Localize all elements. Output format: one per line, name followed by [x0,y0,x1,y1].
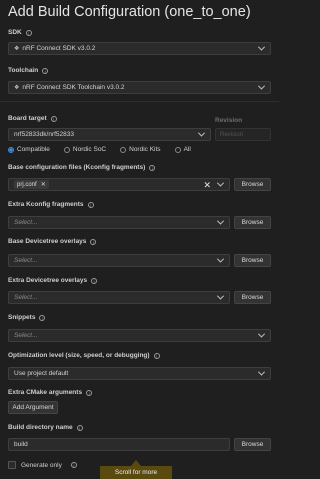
build-dir-input[interactable]: build [8,438,230,451]
build-dir-label-text: Build directory name [8,424,73,431]
select-placeholder: Select... [14,294,38,301]
board-value: nrf52833dk/nrf52833 [14,131,74,138]
filter-nordic-soc[interactable]: Nordic SoC [63,146,107,153]
info-icon: i [76,424,83,431]
toolchain-label: Toolchain i [8,67,49,74]
info-icon: i [25,29,32,36]
chevron-down-icon [257,368,266,376]
base-conf-label: Base configuration files (Kconfig fragme… [8,164,156,171]
extra-dt-browse-button[interactable]: Browse [234,291,271,304]
info-icon: i [91,277,98,284]
build-dir-value: build [14,441,28,448]
revision-label: Revision [215,117,243,124]
chevron-down-icon [257,82,266,90]
info-icon: i [90,238,97,245]
snippets-label-text: Snippets [8,314,36,321]
optimization-label: Optimization level (size, speed, or debu… [8,352,160,359]
base-conf-label-text: Base configuration files (Kconfig fragme… [8,164,146,171]
toolchain-label-text: Toolchain [8,67,39,74]
sdk-value: nRF Connect SDK v3.0.2 [22,45,96,52]
filter-label: Nordic SoC [72,146,107,153]
base-dt-label-text: Base Devicetree overlays [8,238,87,245]
radio-icon [174,146,181,153]
clear-icon[interactable]: ✕ [203,180,211,191]
chevron-down-icon [216,255,225,263]
radio-selected-icon [8,146,14,153]
add-argument-button[interactable]: Add Argument [8,401,58,414]
extra-dt-label: Extra Devicetree overlays i [8,277,98,284]
info-icon: i [70,462,77,468]
toolchain-value: nRF Connect SDK Toolchain v3.0.2 [22,84,125,91]
extra-kconfig-label: Extra Kconfig fragments i [8,201,94,208]
info-icon: i [149,164,156,171]
snippets-label: Snippets i [8,314,46,321]
optimization-select[interactable]: Use project default [8,367,271,380]
base-conf-browse-button[interactable]: Browse [234,178,271,191]
nrf-icon: ❖ [14,85,20,91]
board-select[interactable]: nrf52833dk/nrf52833 [8,128,211,141]
page-title: Add Build Configuration (one_to_one) [8,4,251,20]
revision-input[interactable]: Revision [215,128,271,141]
section-divider [0,101,279,102]
optimization-value: Use project default [14,370,69,377]
optimization-label-text: Optimization level (size, speed, or debu… [8,352,150,359]
board-filter-group: Compatible Nordic SoC Nordic Kits All [8,146,191,153]
checkbox-icon [8,461,16,469]
info-icon: i [42,67,49,74]
toolchain-select[interactable]: ❖ nRF Connect SDK Toolchain v3.0.2 [8,81,271,94]
chevron-down-icon [216,179,225,187]
extra-dt-select[interactable]: Select... [8,291,230,304]
sdk-label-text: SDK [8,29,22,36]
filter-label: All [183,146,191,153]
nrf-icon: ❖ [14,46,20,52]
info-icon: i [86,389,93,396]
snippets-select[interactable]: Select... [8,329,271,342]
filter-all[interactable]: All [174,146,191,153]
info-icon: i [39,314,46,321]
info-icon: i [50,115,57,122]
radio-icon [120,146,127,153]
chevron-down-icon [257,330,266,338]
radio-icon [63,146,70,153]
chevron-down-icon [216,217,225,225]
build-dir-label: Build directory name i [8,424,83,431]
extra-kconfig-browse-button[interactable]: Browse [234,216,271,229]
scroll-for-more-button[interactable]: Scroll for more [100,466,172,479]
filter-compatible[interactable]: Compatible [8,146,50,153]
select-placeholder: Select... [14,257,38,264]
build-dir-browse-button[interactable]: Browse [234,438,271,451]
conf-chip: prj.conf ✕ [14,180,49,189]
info-icon: i [87,201,94,208]
chevron-down-icon [257,43,266,51]
sdk-label: SDK i [8,29,32,36]
extra-dt-label-text: Extra Devicetree overlays [8,277,88,284]
filter-label: Compatible [17,146,50,153]
board-label-text: Board target [8,115,47,122]
sdk-select[interactable]: ❖ nRF Connect SDK v3.0.2 [8,42,271,55]
generate-only-checkbox[interactable]: Generate only i [8,461,77,469]
extra-kconfig-select[interactable]: Select... [8,216,230,229]
base-dt-label: Base Devicetree overlays i [8,238,97,245]
base-dt-browse-button[interactable]: Browse [234,254,271,267]
generate-only-label: Generate only [21,461,62,469]
cmake-label: Extra CMake arguments i [8,389,93,396]
base-dt-select[interactable]: Select... [8,254,230,267]
select-placeholder: Select... [14,332,38,339]
filter-nordic-kits[interactable]: Nordic Kits [120,146,161,153]
base-conf-select[interactable]: prj.conf ✕ ✕ [8,178,230,191]
filter-label: Nordic Kits [129,146,161,153]
chip-remove-icon[interactable]: ✕ [41,181,46,188]
chip-label: prj.conf [17,181,37,188]
info-icon: i [153,352,160,359]
chevron-down-icon [197,129,206,137]
extra-kconfig-label-text: Extra Kconfig fragments [8,201,84,208]
select-placeholder: Select... [14,219,38,226]
cmake-label-text: Extra CMake arguments [8,389,83,396]
chevron-down-icon [216,292,225,300]
board-label: Board target i [8,115,57,122]
